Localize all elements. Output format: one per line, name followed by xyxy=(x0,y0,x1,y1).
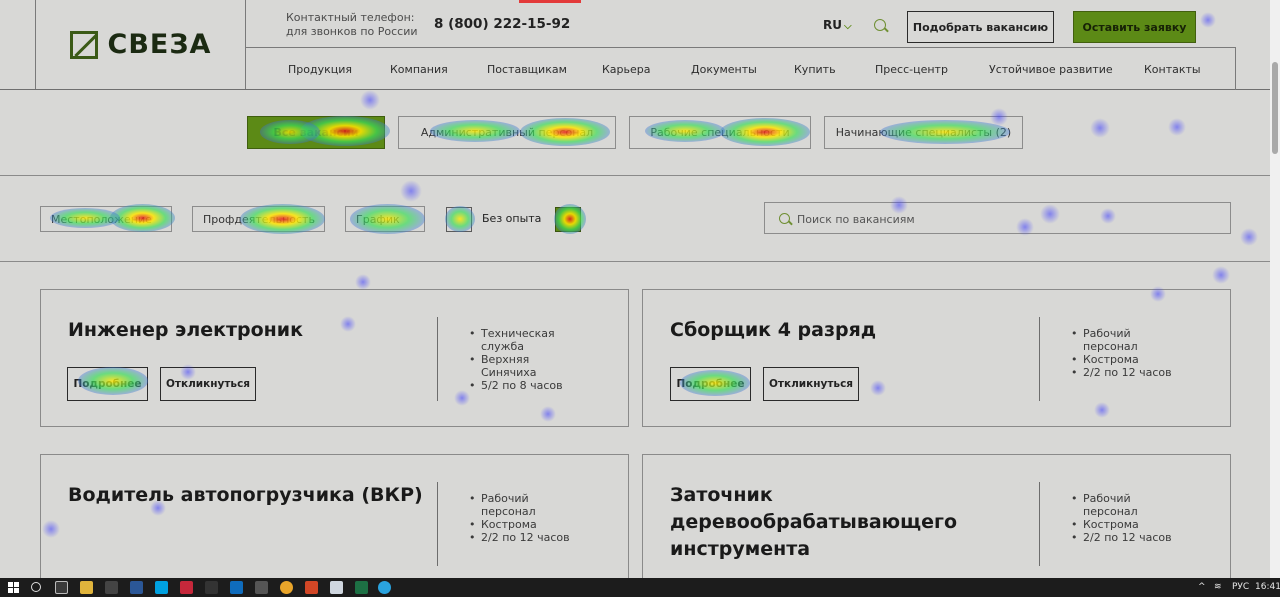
app-icon[interactable] xyxy=(105,581,118,594)
vacancy-search[interactable] xyxy=(764,202,1231,234)
vacancy-card: Заточник деревообрабатывающего инструмен… xyxy=(642,454,1231,578)
vacancy-schedule: 2/2 по 12 часов xyxy=(469,531,579,544)
clock[interactable]: 16:41 xyxy=(1255,582,1280,592)
logo[interactable]: СВЕЗА xyxy=(35,0,246,89)
language-selector[interactable]: RU ⌵ xyxy=(823,18,852,32)
schedule-filter[interactable]: График xyxy=(345,206,425,232)
vacancy-location: Верхняя Синячиха xyxy=(469,353,579,379)
site-header: СВЕЗА Контактный телефон: для звонков по… xyxy=(0,0,1270,90)
skype-icon[interactable] xyxy=(155,581,168,594)
language-label: RU xyxy=(823,18,842,32)
vacancy-details: Рабочий персонал Кострома 2/2 по 12 часо… xyxy=(469,492,579,544)
page-scrollbar[interactable] xyxy=(1270,0,1280,578)
no-experience-checkbox[interactable] xyxy=(446,207,472,232)
nav-item-sustainability[interactable]: Устойчивое развитие xyxy=(989,63,1113,76)
nav-item-suppliers[interactable]: Поставщикам xyxy=(487,63,567,76)
vacancy-title[interactable]: Сборщик 4 разряд xyxy=(670,317,1030,344)
vacancy-location: Кострома xyxy=(469,518,579,531)
apply-button[interactable]: Откликнуться xyxy=(160,367,256,401)
card-divider xyxy=(437,317,438,401)
apply-button[interactable]: Откликнуться xyxy=(763,367,859,401)
tab-all-vacancies[interactable]: Все вакансии xyxy=(247,116,385,149)
vacancy-card: Сборщик 4 разряд Подробнее Откликнуться … xyxy=(642,289,1231,427)
search-icon[interactable] xyxy=(31,582,41,592)
scrollbar-thumb[interactable] xyxy=(1272,62,1278,154)
task-view-icon[interactable] xyxy=(55,581,68,594)
tab-beginners[interactable]: Начинающие специалисты (2) xyxy=(824,116,1023,149)
tab-administrative[interactable]: Административный персонал xyxy=(398,116,616,149)
notepad-icon[interactable] xyxy=(330,581,343,594)
nav-item-company[interactable]: Компания xyxy=(390,63,448,76)
location-filter[interactable]: Местоположение xyxy=(40,206,172,232)
heat-spot xyxy=(355,274,371,290)
outlook-icon[interactable] xyxy=(230,581,243,594)
contact-label: Контактный телефон: для звонков по Росси… xyxy=(286,11,418,38)
vacancy-schedule: 2/2 по 12 часов xyxy=(1071,531,1181,544)
vacancies-page: СВЕЗА Контактный телефон: для звонков по… xyxy=(0,0,1270,578)
app-icon[interactable] xyxy=(205,581,218,594)
no-experience-label: Без опыта xyxy=(482,212,542,225)
tab-workers[interactable]: Рабочие специальности xyxy=(629,116,811,149)
vacancy-location: Кострома xyxy=(1071,353,1181,366)
vacancy-card: Водитель автопогрузчика (ВКР) Рабочий пе… xyxy=(40,454,629,578)
app-icon[interactable] xyxy=(255,581,268,594)
network-icon[interactable]: ≋ xyxy=(1214,582,1222,592)
card-divider xyxy=(437,482,438,566)
header-top-row: Контактный телефон: для звонков по Росси… xyxy=(246,0,1236,48)
word-icon[interactable] xyxy=(130,581,143,594)
card-divider xyxy=(1039,317,1040,401)
nav-item-press[interactable]: Пресс-центр xyxy=(875,63,948,76)
vacancy-department: Техническая служба xyxy=(469,327,579,353)
nav-item-documents[interactable]: Документы xyxy=(691,63,757,76)
search-icon[interactable] xyxy=(874,19,886,31)
tray-chevron-up-icon[interactable]: ^ xyxy=(1198,582,1206,592)
windows-start-icon[interactable] xyxy=(8,582,19,593)
vacancy-filters: Местоположение Профдеятельность График Б… xyxy=(0,176,1270,262)
powerpoint-icon[interactable] xyxy=(305,581,318,594)
more-button[interactable]: Подробнее xyxy=(67,367,148,401)
telegram-icon[interactable] xyxy=(378,581,391,594)
card-divider xyxy=(1039,482,1040,566)
vacancy-location: Кострома xyxy=(1071,518,1181,531)
nav-item-career[interactable]: Карьера xyxy=(602,63,651,76)
more-button[interactable]: Подробнее xyxy=(670,367,751,401)
nav-item-buy[interactable]: Купить xyxy=(794,63,836,76)
find-vacancy-button[interactable]: Подобрать вакансию xyxy=(907,11,1054,43)
heat-spot xyxy=(1212,266,1230,284)
vacancy-department: Рабочий персонал xyxy=(1071,327,1181,353)
profession-filter[interactable]: Профдеятельность xyxy=(192,206,325,232)
chrome-icon[interactable] xyxy=(280,581,293,594)
vacancy-details: Рабочий персонал Кострома 2/2 по 12 часо… xyxy=(1071,492,1181,544)
windows-taskbar: ^ ≋ РУС 16:41 xyxy=(0,578,1280,597)
nav-item-products[interactable]: Продукция xyxy=(288,63,352,76)
leave-request-button[interactable]: Оставить заявку xyxy=(1073,11,1196,43)
chevron-down-icon: ⌵ xyxy=(843,21,852,32)
input-language[interactable]: РУС xyxy=(1232,582,1249,592)
search-input[interactable] xyxy=(797,209,1217,229)
filter-toggle-checkbox[interactable] xyxy=(555,207,581,232)
vacancy-tabs: Все вакансии Административный персонал Р… xyxy=(0,90,1270,176)
vacancy-schedule: 2/2 по 12 часов xyxy=(1071,366,1181,379)
search-icon xyxy=(779,213,790,224)
vacancy-title[interactable]: Водитель автопогрузчика (ВКР) xyxy=(68,482,428,509)
vacancy-schedule: 5/2 по 8 часов xyxy=(469,379,579,392)
excel-icon[interactable] xyxy=(355,581,368,594)
logo-text: СВЕЗА xyxy=(107,29,212,60)
vacancy-card: Инженер электроник Подробнее Откликнутьс… xyxy=(40,289,629,427)
vacancy-title[interactable]: Инженер электроник xyxy=(68,317,428,344)
logo-mark-icon xyxy=(69,30,98,59)
vacancy-department: Рабочий персонал xyxy=(1071,492,1181,518)
main-nav: Продукция Компания Поставщикам Карьера Д… xyxy=(246,48,1236,89)
vacancy-title[interactable]: Заточник деревообрабатывающего инструмен… xyxy=(670,482,1030,563)
vacancy-department: Рабочий персонал xyxy=(469,492,579,518)
phone-number[interactable]: 8 (800) 222-15-92 xyxy=(434,16,570,32)
vacancy-details: Техническая служба Верхняя Синячиха 5/2 … xyxy=(469,327,579,392)
nav-item-contacts[interactable]: Контакты xyxy=(1144,63,1201,76)
yandex-browser-icon[interactable] xyxy=(180,581,193,594)
file-explorer-icon[interactable] xyxy=(80,581,93,594)
vacancy-details: Рабочий персонал Кострома 2/2 по 12 часо… xyxy=(1071,327,1181,379)
